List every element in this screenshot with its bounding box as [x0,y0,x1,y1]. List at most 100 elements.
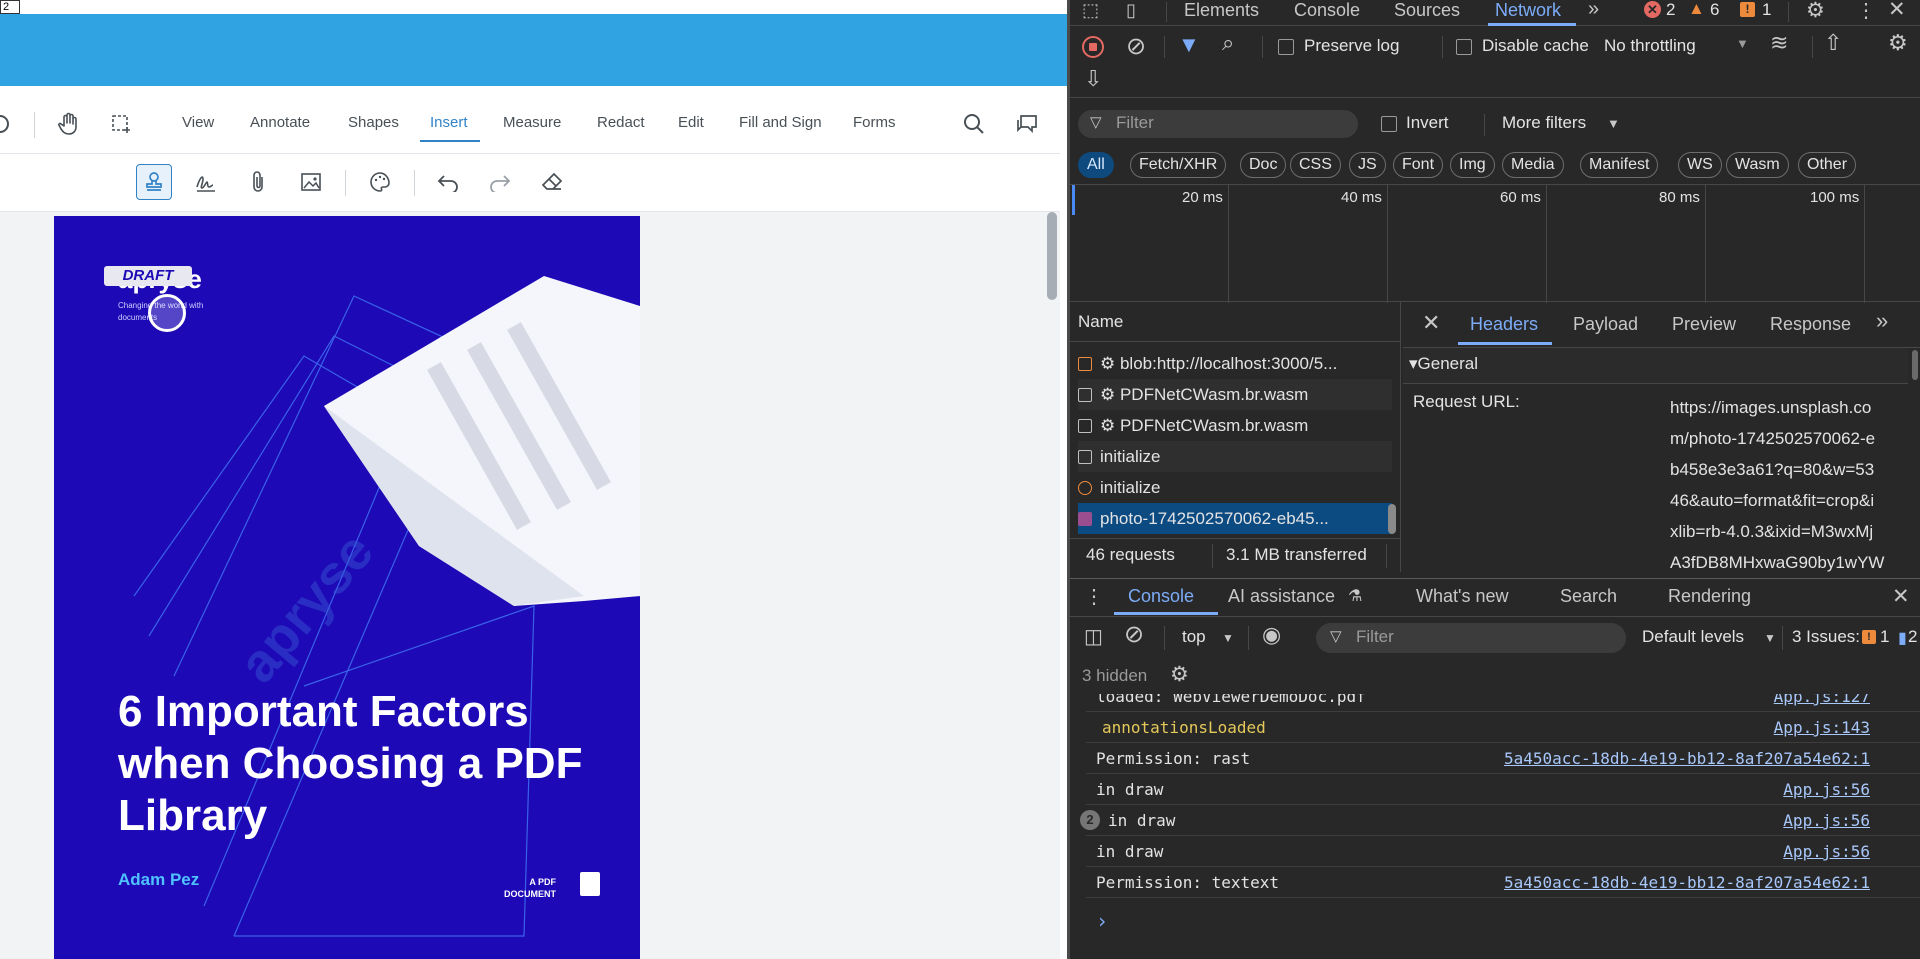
chip-ws[interactable]: WS [1678,152,1722,178]
tab-edit[interactable]: Edit [678,114,704,131]
drawer-tab-console[interactable]: Console [1128,586,1194,607]
log-source-link[interactable]: 5a450acc-18db-4e19-bb12-8af207a54e62:1 [1504,743,1870,774]
tab-measure[interactable]: Measure [503,114,561,131]
log-source-link[interactable]: App.js:127 [1774,694,1870,712]
export-har-icon[interactable]: ⇩ [1084,66,1102,92]
tab-preview[interactable]: Preview [1672,314,1736,335]
draft-stamp[interactable]: DRAFT [104,266,192,286]
name-column-header[interactable]: Name [1070,302,1400,342]
tab-payload[interactable]: Payload [1573,314,1638,335]
console-log-area[interactable]: loaded: WebViewerDemoDoc.pdf App.js:127 … [1070,694,1920,959]
request-row[interactable]: initialize [1078,441,1392,472]
error-count[interactable]: 2 [1666,0,1675,20]
eraser-icon[interactable] [534,164,570,200]
settings-gear-icon[interactable]: ⚙ [1806,0,1825,23]
more-tabs-icon[interactable]: » [1588,0,1599,21]
device-toolbar-icon[interactable]: ▯ [1126,0,1136,21]
request-row[interactable]: ⚙ PDFNetCWasm.br.wasm [1078,410,1392,441]
disable-cache-checkbox[interactable] [1456,39,1472,55]
chip-font[interactable]: Font [1393,152,1444,178]
detail-scrollbar[interactable] [1912,350,1918,380]
drawer-splitter[interactable] [1070,578,1920,579]
chip-other[interactable]: Other [1798,152,1857,178]
undo-icon[interactable] [430,164,466,200]
console-settings-icon[interactable]: ⚙ [1170,662,1189,687]
tab-headers[interactable]: Headers [1470,314,1538,335]
close-icon[interactable]: ✕ [1888,0,1906,22]
chip-all[interactable]: All [1078,152,1114,178]
kebab-menu-icon[interactable]: ⋮ [1856,0,1876,23]
request-row-selected[interactable]: photo-1742502570062-eb45... [1078,503,1392,534]
request-row[interactable]: ⚙ PDFNetCWasm.br.wasm [1078,379,1392,410]
drawer-tab-rendering[interactable]: Rendering [1668,586,1751,607]
search-icon[interactable]: ⌕ [1222,30,1234,56]
tab-fill-and-sign[interactable]: Fill and Sign [739,114,822,131]
issues-label[interactable]: 3 Issues: [1792,627,1860,647]
signature-icon[interactable] [188,164,224,200]
drawer-menu-icon[interactable]: ⋮ [1084,584,1104,609]
warning-count[interactable]: 6 [1710,0,1719,20]
tab-redact[interactable]: Redact [597,114,645,131]
close-drawer-icon[interactable]: ✕ [1892,584,1910,609]
rubber-stamp-icon[interactable] [136,164,172,200]
search-icon[interactable] [960,110,988,138]
select-region-icon[interactable] [107,110,135,138]
filter-input[interactable]: ▽ Filter [1078,110,1358,138]
drawer-tab-whats-new[interactable]: What's new [1416,586,1508,607]
comments-icon[interactable] [1013,110,1041,138]
redo-icon[interactable] [482,164,518,200]
palette-icon[interactable] [362,164,398,200]
drawer-tab-ai-assistance[interactable]: AI assistance [1228,586,1335,607]
log-source-link[interactable]: App.js:56 [1783,774,1870,805]
sidebar-toggle-icon[interactable]: ◫ [1084,624,1103,649]
record-stop-icon[interactable] [1082,36,1104,58]
timeline-overview[interactable]: 20 ms 40 ms 60 ms 80 ms 100 ms [1070,184,1920,303]
tab-console[interactable]: Console [1294,0,1360,21]
context-select[interactable]: top [1182,627,1206,647]
tab-forms[interactable]: Forms [853,114,896,131]
chip-manifest[interactable]: Manifest [1580,152,1659,178]
console-prompt-row[interactable]: › [1086,897,1920,953]
inspect-element-icon[interactable]: ⬚ [1082,0,1099,21]
drawer-tab-search[interactable]: Search [1560,586,1617,607]
image-icon[interactable] [293,164,329,200]
chip-img[interactable]: Img [1450,152,1495,178]
chip-css[interactable]: CSS [1290,152,1341,178]
more-tabs-icon[interactable]: » [1876,308,1888,334]
request-list-scrollbar[interactable] [1388,504,1396,534]
attachment-icon[interactable] [240,164,276,200]
preserve-log-checkbox[interactable] [1278,39,1294,55]
pan-hand-icon[interactable] [55,110,83,138]
tab-sources[interactable]: Sources [1394,0,1460,21]
tab-network[interactable]: Network [1495,0,1561,21]
request-row[interactable]: initialize [1078,472,1392,503]
general-section-header[interactable]: ▾General [1403,348,1908,384]
chip-fetch-xhr[interactable]: Fetch/XHR [1130,152,1227,178]
filter-icon[interactable]: ▼ [1178,32,1200,58]
network-conditions-icon[interactable]: ≋ [1770,30,1788,56]
log-source-link[interactable]: App.js:56 [1783,836,1870,867]
tab-insert[interactable]: Insert [430,114,468,131]
log-source-link[interactable]: App.js:56 [1783,805,1870,836]
viewer-scrollbar[interactable] [1047,212,1057,300]
import-har-icon[interactable]: ⇧ [1824,30,1842,56]
clear-console-icon[interactable]: ⊘ [1124,620,1144,649]
close-detail-icon[interactable]: ✕ [1422,310,1440,336]
log-source-link[interactable]: App.js:143 [1774,712,1870,743]
log-source-link[interactable]: 5a450acc-18db-4e19-bb12-8af207a54e62:1 [1504,867,1870,898]
tab-annotate[interactable]: Annotate [250,114,310,131]
chip-doc[interactable]: Doc [1240,152,1287,178]
issue-count[interactable]: 1 [1762,0,1771,20]
zoom-icon[interactable] [0,110,14,138]
chip-media[interactable]: Media [1502,152,1564,178]
clear-icon[interactable]: ⊘ [1126,32,1146,61]
live-expression-eye-icon[interactable]: ◉ [1262,622,1281,648]
console-filter-input[interactable]: ▽ Filter [1316,623,1626,653]
chip-wasm[interactable]: Wasm [1726,152,1789,178]
tab-response[interactable]: Response [1770,314,1851,335]
column-divider[interactable] [1400,302,1401,572]
chip-js[interactable]: JS [1349,152,1386,178]
network-settings-icon[interactable]: ⚙ [1888,30,1908,56]
tab-shapes[interactable]: Shapes [348,114,399,131]
invert-checkbox[interactable] [1381,116,1397,132]
